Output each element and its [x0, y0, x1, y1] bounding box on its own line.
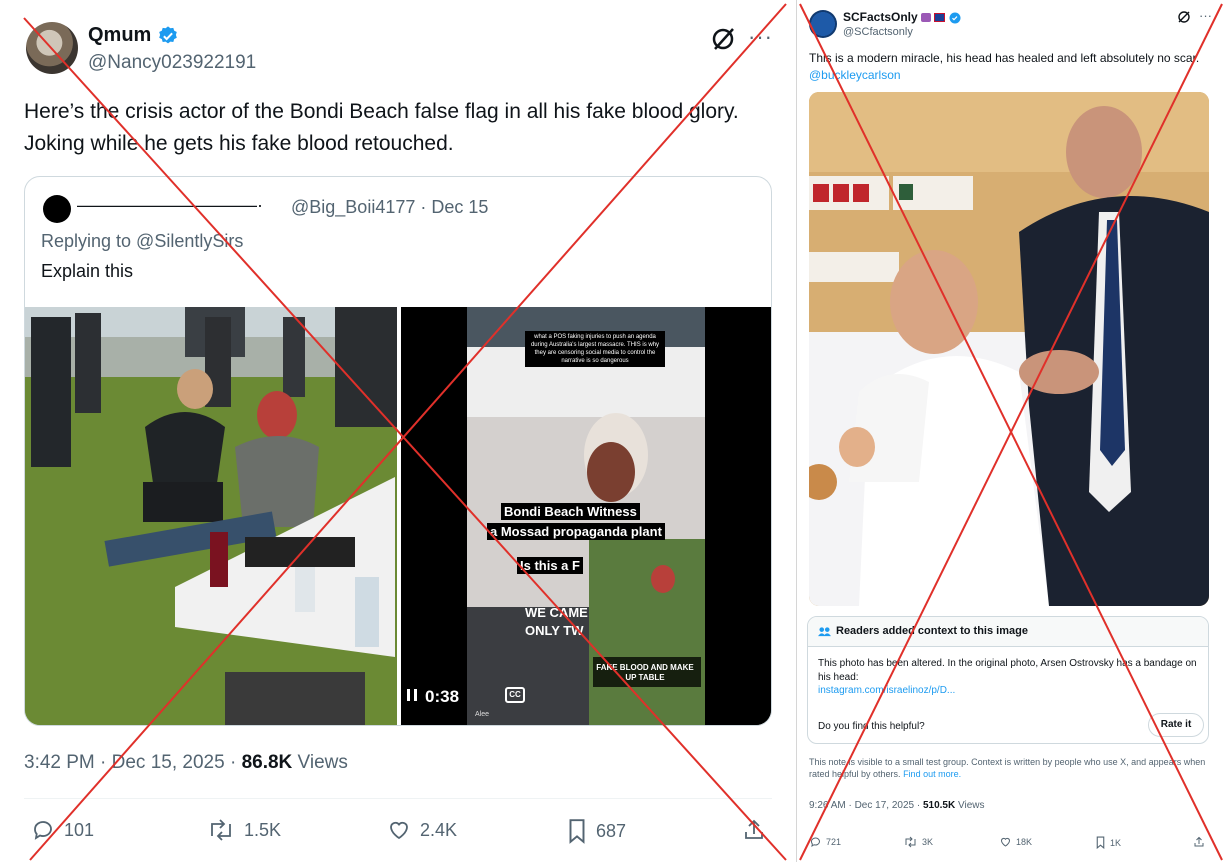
bookmark-button[interactable]: 1K — [1095, 836, 1121, 849]
verified-icon — [159, 26, 177, 44]
repost-button[interactable]: 3K — [903, 836, 933, 848]
video-overlay-top-text: what a POS faking injuries to push an ag… — [525, 331, 665, 367]
like-button[interactable]: 18K — [999, 836, 1032, 848]
like-button[interactable]: 2.4K — [386, 818, 457, 842]
quoted-avatar[interactable] — [43, 195, 71, 223]
video-caption-3: Is this a F — [517, 557, 583, 574]
community-note: Readers added context to this image This… — [807, 616, 1209, 744]
repost-icon — [211, 819, 231, 841]
tweet-text: This is a modern miracle, his head has h… — [809, 50, 1217, 84]
right-tweet-panel: SCFactsOnly @SCfactsonly ··· This is a m… — [796, 0, 1224, 862]
bookmark-count: 1K — [1110, 837, 1122, 848]
repost-button[interactable]: 1.5K — [206, 818, 281, 842]
author-avatar[interactable] — [809, 10, 837, 38]
bookmark-button[interactable]: 687 — [566, 818, 626, 844]
left-tweet-panel: Qmum @Nancy023922191 ··· Here’s the cris… — [0, 0, 790, 862]
views-count: 510.5K — [922, 800, 956, 811]
video-time: 0:38 — [425, 687, 460, 706]
disclaimer-text: This note is visible to a small test gro… — [809, 757, 1206, 779]
share-icon — [745, 819, 763, 839]
verified-icon — [949, 12, 961, 24]
pause-icon[interactable] — [405, 687, 419, 703]
bookmark-icon — [1096, 836, 1105, 849]
reply-button[interactable]: 721 — [809, 836, 841, 848]
repost-icon — [905, 836, 916, 848]
reply-icon — [811, 837, 820, 848]
author-handle[interactable]: @Nancy023922191 — [88, 52, 256, 74]
grok-icon[interactable] — [1177, 10, 1191, 24]
bookmark-icon — [569, 819, 585, 844]
like-count: 2.4K — [420, 819, 458, 840]
repost-count: 3K — [922, 837, 934, 847]
film-set-photo[interactable] — [25, 307, 397, 725]
more-icon[interactable]: ··· — [748, 24, 773, 50]
tweet-time[interactable]: 9:26 AM · Dec 17, 2025 · — [809, 800, 923, 811]
video-caption-4: WE CAME — [525, 605, 588, 620]
author-name-row[interactable]: SCFactsOnly — [843, 10, 961, 25]
video-player[interactable]: what a POS faking injuries to push an ag… — [401, 307, 771, 725]
tweet-meta: 3:42 PM · Dec 15, 2025 · 86.8K Views — [24, 752, 348, 774]
replying-to[interactable]: Replying to @SilentlySirs — [41, 231, 243, 252]
author-handle[interactable]: @SCfactsonly — [843, 26, 913, 38]
video-overlay-user: Alee — [475, 711, 490, 718]
reply-button[interactable]: 101 — [30, 818, 94, 842]
tweet-body: This is a modern miracle, his head has h… — [809, 51, 1200, 65]
quoted-author-name[interactable]: ——————————· — [77, 195, 263, 216]
more-icon[interactable]: ··· — [1199, 8, 1212, 23]
reply-count: 101 — [64, 819, 95, 840]
bookmark-count: 687 — [596, 820, 627, 841]
share-icon — [1194, 836, 1204, 847]
like-count: 18K — [1016, 837, 1033, 847]
video-caption-1: Bondi Beach Witness — [501, 503, 640, 520]
reply-icon — [34, 821, 52, 840]
cc-icon[interactable]: CC — [505, 687, 525, 703]
readers-icon — [818, 627, 831, 637]
quoted-text: Explain this — [41, 261, 134, 281]
community-note-header: Readers added context to this image — [808, 617, 1208, 647]
community-note-body: This photo has been altered. In the orig… — [818, 658, 1197, 683]
share-button[interactable] — [1193, 836, 1205, 848]
community-note-link[interactable]: instagram.com/israelinoz/p/D... — [818, 685, 955, 696]
helpful-prompt: Do you find this helpful? — [818, 721, 925, 732]
find-out-more-link[interactable]: Find out more. — [903, 769, 961, 779]
tweet-time[interactable]: 3:42 PM · Dec 15, 2025 · — [24, 752, 242, 773]
video-caption-5: ONLY TW — [525, 623, 584, 638]
views-count: 86.8K — [241, 752, 293, 773]
video-caption-6: FAKE BLOOD AND MAKE UP TABLE — [596, 663, 694, 682]
community-note-title: Readers added context to this image — [836, 625, 1028, 637]
views-label: Views — [292, 752, 348, 773]
tweet-text: Here’s the crisis actor of the Bondi Bea… — [24, 100, 739, 155]
quoted-tweet[interactable]: ——————————· @Big_Boii4177 · Dec 15 Reply… — [24, 176, 772, 726]
grok-icon[interactable] — [710, 26, 736, 52]
note-disclaimer: This note is visible to a small test gro… — [809, 756, 1215, 780]
quoted-handle-date[interactable]: @Big_Boii4177 · Dec 15 — [291, 197, 488, 218]
share-button[interactable] — [742, 818, 766, 842]
video-caption-2: a Mossad propaganda plant — [487, 523, 665, 540]
like-icon — [390, 821, 408, 840]
views-label: Views — [955, 800, 985, 811]
author-name-row[interactable]: Qmum — [88, 24, 179, 47]
mention-link[interactable]: @buckleycarlson — [809, 67, 1217, 84]
rate-it-button[interactable]: Rate it — [1148, 713, 1204, 737]
tweet-meta: 9:26 AM · Dec 17, 2025 · 510.5K Views — [809, 800, 984, 811]
reply-count: 721 — [826, 837, 842, 847]
repost-count: 1.5K — [244, 819, 282, 840]
divider — [24, 798, 772, 799]
hospital-photo[interactable] — [809, 92, 1209, 606]
author-name[interactable]: Qmum — [88, 24, 151, 46]
author-avatar[interactable] — [26, 22, 78, 74]
like-icon — [1000, 837, 1011, 847]
author-name[interactable]: SCFactsOnly — [843, 10, 918, 24]
flag-icons — [921, 11, 946, 25]
